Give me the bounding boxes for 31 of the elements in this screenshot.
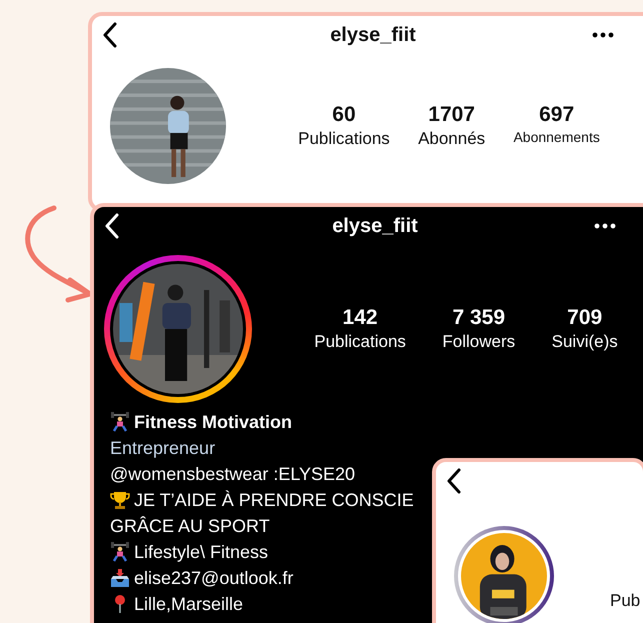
stat-count: 697 xyxy=(539,103,574,127)
profile-username: elyse_fiit xyxy=(330,24,416,46)
trophy-icon xyxy=(110,490,130,510)
stat-label: Pub xyxy=(610,591,640,611)
stat-count: 60 xyxy=(332,103,356,127)
bio-line: @womensbestwear :ELYSE20 xyxy=(110,464,356,484)
weightlifter-icon xyxy=(110,412,130,432)
bio-line: JE T’AIDE À PRENDRE CONSCIE xyxy=(134,490,414,510)
stat-count: 7 359 xyxy=(452,306,506,330)
back-icon[interactable] xyxy=(102,22,118,48)
weightlifter-icon xyxy=(110,542,130,562)
bio-line: Entrepreneur xyxy=(110,438,216,458)
stat-count: 709 xyxy=(567,306,602,330)
profile-username: elyse_fiit xyxy=(332,214,418,236)
stat-label: Suivi(e)s xyxy=(552,332,618,352)
stat-label: Abonnements xyxy=(513,129,600,145)
stat-label: Publications xyxy=(314,332,406,352)
more-options-icon[interactable] xyxy=(594,223,616,229)
stat-count: 1707 xyxy=(428,103,475,127)
stat-label: Publications xyxy=(298,129,390,149)
bio-line: Lille,Marseille xyxy=(134,594,244,614)
stat-label: Followers xyxy=(442,332,516,352)
bio-line: Lifestyle\ Fitness xyxy=(134,542,268,562)
bio-line: Fitness Motivation xyxy=(134,412,292,432)
stat-label: Abonnés xyxy=(418,129,486,149)
inbox-icon xyxy=(110,568,130,588)
bio-line: GRÂCE AU SPORT xyxy=(110,516,270,536)
more-options-icon[interactable] xyxy=(592,32,614,38)
back-icon[interactable] xyxy=(446,468,462,494)
bio-line: elise237@outlook.fr xyxy=(134,568,294,588)
stat-count: 142 xyxy=(342,306,378,330)
